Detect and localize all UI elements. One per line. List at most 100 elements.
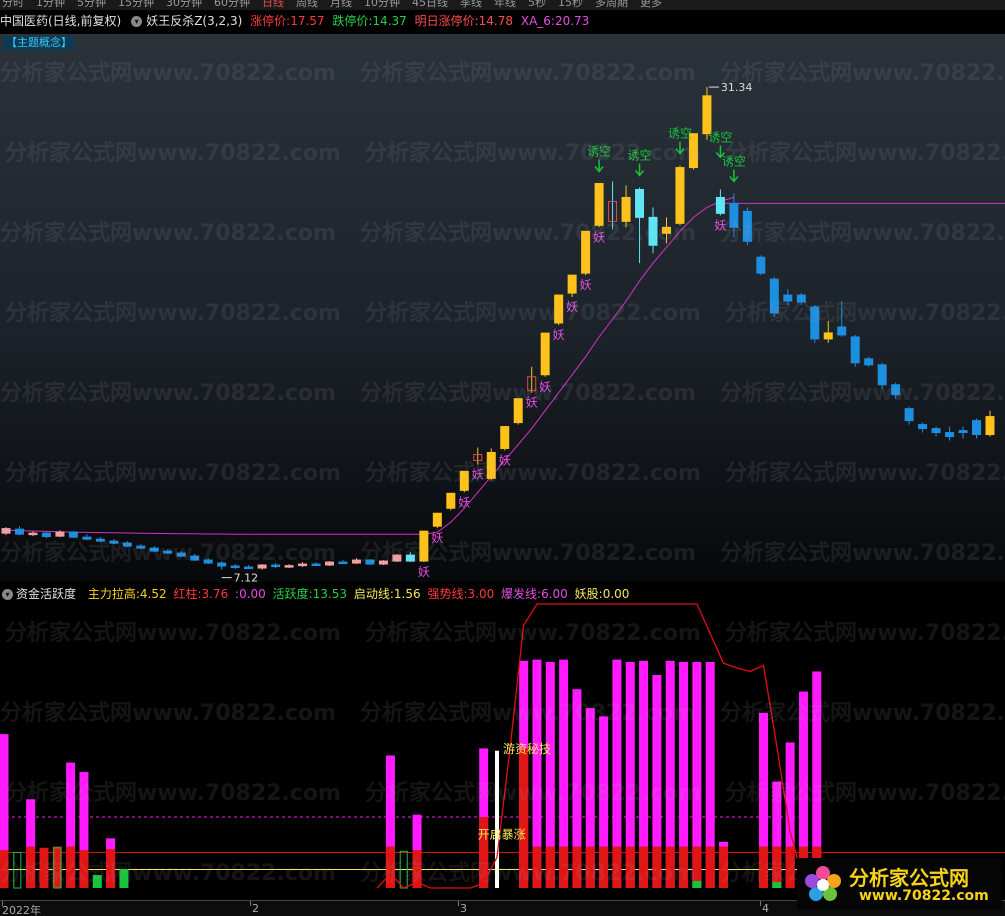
candlestick-chart[interactable]: 妖妖妖妖妖妖妖妖妖妖妖妖诱空 诱空诱空 诱空诱空31.347.12 xyxy=(0,34,1005,582)
red-bar xyxy=(532,846,542,888)
demon-marker: 妖 xyxy=(539,380,551,394)
red-bar-label: 红柱: xyxy=(173,587,202,601)
lure-short-label: 诱空 xyxy=(628,148,652,162)
lure-short-label: 诱空 xyxy=(708,130,732,144)
surge-label: 开启暴涨 xyxy=(478,826,526,841)
period-toolbar: 分时 1分钟 5分钟 15分钟 30分钟 60分钟 日线 周线 月线 10分钟 45日线 季线 年线 5秒… xyxy=(0,0,1005,10)
period-tab-16[interactable]: 更多 xyxy=(640,0,662,10)
concept-tag-button[interactable]: 【主题概念】 xyxy=(3,36,75,50)
red-bar xyxy=(79,850,89,888)
candle-body xyxy=(904,408,914,422)
start-line-value: 1.56 xyxy=(393,587,421,601)
red-bar xyxy=(612,846,622,888)
candle-body xyxy=(958,430,968,434)
sub-chart-panel[interactable]: 游资秘技 开启暴涨 xyxy=(0,584,1005,900)
candle-body xyxy=(203,559,213,564)
period-tab-8[interactable]: 月线 xyxy=(330,0,352,10)
red-bar xyxy=(665,846,675,888)
candle-body xyxy=(432,512,442,527)
candle-body xyxy=(365,559,375,565)
period-tab-5[interactable]: 60分钟 xyxy=(214,0,250,10)
red-bar xyxy=(0,850,9,888)
demon-marker: 妖 xyxy=(566,300,578,314)
candle-body xyxy=(28,532,38,536)
candle-body xyxy=(972,420,982,436)
period-tab-1[interactable]: 1分钟 xyxy=(36,0,65,10)
chevron-down-icon[interactable]: ▾ xyxy=(2,589,13,600)
period-tab-14[interactable]: 15秒 xyxy=(558,0,583,10)
candle-body xyxy=(298,563,308,567)
high-price-label: 31.34 xyxy=(721,81,753,94)
candle-body xyxy=(837,326,847,336)
candle-body xyxy=(41,532,51,538)
chevron-down-icon[interactable]: ▾ xyxy=(131,16,143,27)
candle-body xyxy=(136,545,146,549)
candle-body xyxy=(68,531,78,538)
activity-bar-chart[interactable]: 游资秘技开启暴涨 xyxy=(0,584,1005,900)
flower-logo-icon xyxy=(805,866,841,901)
period-tab-2[interactable]: 5分钟 xyxy=(77,0,106,10)
axis-label-mar: 3 xyxy=(460,902,467,915)
candle-body xyxy=(459,470,469,491)
candle-body xyxy=(648,216,658,246)
signal-spike xyxy=(495,750,499,888)
period-tab-10[interactable]: 45日线 xyxy=(412,0,448,10)
period-tab-11[interactable]: 季线 xyxy=(460,0,482,10)
candle-body xyxy=(82,536,92,540)
burst-line-label: 爆发线: xyxy=(501,587,542,601)
main-chart-header: 中国医药(日线,前复权) ▾ 妖王反杀Z(3,2,3) 涨停价:17.57 跌停价:… xyxy=(0,11,1005,31)
candle-body xyxy=(311,563,321,567)
main-chart-panel[interactable]: 妖妖妖妖妖妖妖妖妖妖妖妖诱空 诱空 诱空 诱空 诱空 31.34 7.12 xyxy=(0,34,1005,582)
red-bar xyxy=(705,846,715,888)
candle-body xyxy=(109,540,119,544)
main-pull-value: 4.52 xyxy=(139,587,167,601)
hollow-green-bar xyxy=(13,852,22,889)
period-tab-3[interactable]: 15分钟 xyxy=(118,0,154,10)
indicator-name[interactable]: 妖王反杀Z(3,2,3) xyxy=(146,14,242,28)
red-bar xyxy=(758,846,768,888)
main-pull-label: 主力拉高: xyxy=(87,587,140,601)
candle-body xyxy=(14,528,24,535)
candle-body xyxy=(931,428,941,434)
period-tab-15[interactable]: 多周期 xyxy=(595,0,628,10)
period-tab-9[interactable]: 10分钟 xyxy=(364,0,400,10)
period-tab-0[interactable]: 分时 xyxy=(2,0,24,10)
candle-body xyxy=(891,384,901,396)
period-tab-4[interactable]: 30分钟 xyxy=(166,0,202,10)
candle-body xyxy=(338,561,348,565)
candle-body xyxy=(769,278,779,314)
candle-body xyxy=(149,547,159,552)
candle-body xyxy=(230,565,240,569)
demon-marker: 妖 xyxy=(458,495,470,509)
red-bar-value: 3.76 xyxy=(201,587,229,601)
red-bar xyxy=(772,846,782,888)
down-arrow-icon xyxy=(675,141,685,155)
candle-body xyxy=(729,202,739,228)
candle-body xyxy=(702,95,712,135)
green-bar xyxy=(692,880,702,888)
candle-body xyxy=(540,332,550,376)
period-tab-12[interactable]: 年线 xyxy=(494,0,516,10)
red-bar xyxy=(26,846,36,888)
red-bar xyxy=(652,846,662,888)
demon-marker: 妖 xyxy=(580,278,592,292)
candle-body xyxy=(392,554,402,562)
limit-up-label: 涨停价: xyxy=(250,14,291,28)
sub-indicator-name[interactable]: 资金活跃度 xyxy=(16,587,76,601)
period-tab-7[interactable]: 周线 xyxy=(296,0,318,10)
period-tab-13[interactable]: 5秒 xyxy=(528,0,546,10)
red-bar xyxy=(519,748,529,888)
next-limit-label: 明日涨停价: xyxy=(414,14,479,28)
candle-body xyxy=(284,565,294,568)
candle-body xyxy=(500,426,510,449)
axis-label-feb: 2 xyxy=(252,902,259,915)
red-bar xyxy=(585,846,595,888)
strong-line-value: 3.00 xyxy=(467,587,495,601)
red-bar xyxy=(39,847,49,888)
candle-body xyxy=(581,230,591,274)
period-tab-6[interactable]: 日线 xyxy=(262,0,284,10)
candle-body xyxy=(796,294,806,303)
demon-marker: 妖 xyxy=(499,453,511,467)
red-bar xyxy=(385,846,395,888)
limit-down-label: 跌停价: xyxy=(332,14,373,28)
